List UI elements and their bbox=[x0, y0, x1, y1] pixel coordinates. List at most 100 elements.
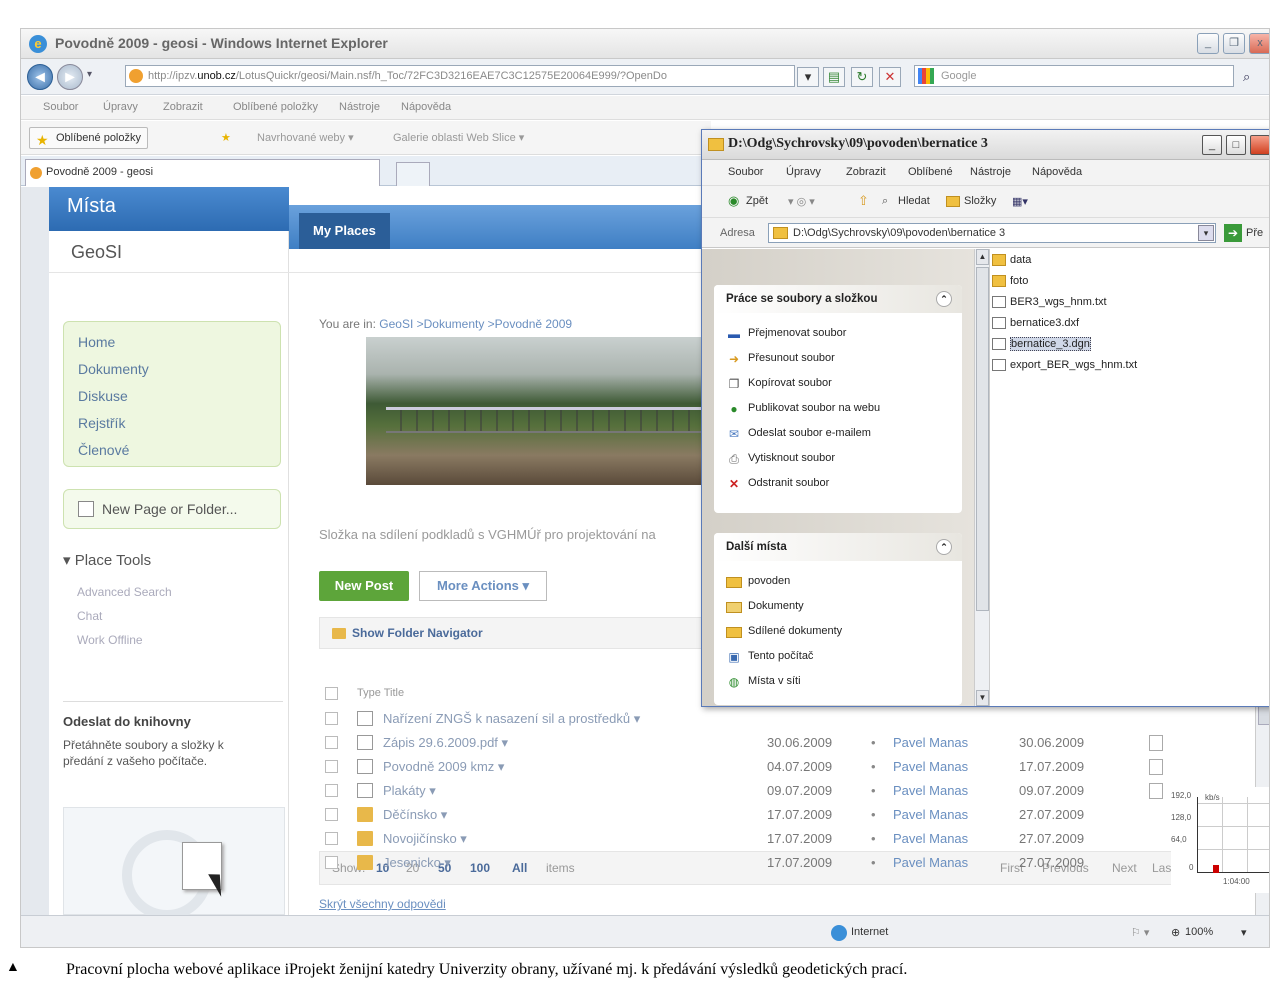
back-arrow-icon[interactable]: ◉ bbox=[728, 193, 739, 209]
other-places-header[interactable]: Další místa ⌃ bbox=[714, 533, 962, 561]
explorer-close-button[interactable] bbox=[1250, 135, 1269, 155]
place-network[interactable]: ◍ Místa v síti bbox=[726, 675, 801, 689]
address-dropdown-icon[interactable]: ▾ bbox=[797, 67, 819, 87]
add-favorite-icon[interactable]: ★ bbox=[221, 131, 231, 144]
file-item[interactable]: foto bbox=[992, 273, 1028, 291]
xp-menu-soubor[interactable]: Soubor bbox=[728, 166, 763, 178]
file-item[interactable]: BER3_wgs_hnm.txt bbox=[992, 294, 1107, 312]
xp-menu-upravy[interactable]: Úpravy bbox=[786, 166, 821, 178]
place-povoden[interactable]: povoden bbox=[726, 575, 790, 588]
explorer-maximize-button[interactable]: □ bbox=[1226, 135, 1246, 155]
views-icon[interactable]: ▦▾ bbox=[1012, 195, 1028, 208]
task-move[interactable]: ➜ Přesunout soubor bbox=[726, 352, 835, 366]
xp-search-button[interactable]: Hledat bbox=[898, 195, 930, 207]
task-copy[interactable]: ❐ Kopírovat soubor bbox=[726, 377, 832, 391]
hide-replies-link[interactable]: Skrýt všechny odpovědi bbox=[319, 897, 446, 911]
file-item[interactable]: data bbox=[992, 252, 1031, 270]
table-row[interactable]: Děčínsko ▾ 17.07.2009 Pavel Manas 27.07.200… bbox=[319, 803, 1249, 827]
row-title[interactable]: Zápis 29.6.2009.pdf ▾ bbox=[383, 735, 508, 751]
suggested-sites-link[interactable]: Navrhované weby ▾ bbox=[257, 131, 354, 144]
new-page-button[interactable]: New Page or Folder... bbox=[63, 489, 281, 529]
file-item[interactable]: export_BER_wgs_hnm.txt bbox=[992, 357, 1137, 375]
explorer-minimize-button[interactable]: _ bbox=[1202, 135, 1222, 155]
row-checkbox[interactable] bbox=[325, 808, 338, 821]
explorer-address-input[interactable]: D:\Odg\Sychrovsky\09\povoden\bernatice 3 bbox=[768, 223, 1216, 243]
row-checkbox[interactable] bbox=[325, 856, 338, 869]
zoom-icon[interactable]: ⊕ bbox=[1171, 926, 1180, 939]
stop-icon[interactable]: ✕ bbox=[879, 67, 901, 87]
favorites-button[interactable]: ★ Oblíbené položky bbox=[29, 127, 148, 149]
address-dropdown-icon[interactable]: ▾ bbox=[1198, 225, 1214, 241]
download-icon[interactable] bbox=[1149, 759, 1163, 775]
place-tools-heading[interactable]: ▾ Place Tools bbox=[63, 551, 151, 569]
row-checkbox[interactable] bbox=[325, 760, 338, 773]
menu-upravy[interactable]: Úpravy bbox=[103, 101, 138, 113]
file-item[interactable]: bernatice3.dxf bbox=[992, 315, 1079, 333]
xp-menu-nastroje[interactable]: Nástroje bbox=[970, 166, 1011, 178]
row-author[interactable]: Pavel Manas bbox=[893, 735, 968, 750]
compatibility-view-icon[interactable]: ▤ bbox=[823, 67, 845, 87]
nav-diskuse[interactable]: Diskuse bbox=[78, 388, 128, 404]
download-icon[interactable] bbox=[1149, 783, 1163, 799]
task-rename[interactable]: ▬ Přejmenovat soubor bbox=[726, 327, 846, 341]
history-dropdown-icon[interactable]: ▾ bbox=[87, 69, 92, 80]
xp-menu-oblibene[interactable]: Oblíbené bbox=[908, 166, 953, 178]
row-author[interactable]: Pavel Manas bbox=[893, 807, 968, 822]
minimize-button[interactable]: _ bbox=[1197, 33, 1219, 54]
search-input[interactable]: Google bbox=[914, 65, 1234, 87]
close-button[interactable]: x bbox=[1249, 33, 1269, 54]
file-tasks-header[interactable]: Práce se soubory a složkou ⌃ bbox=[714, 285, 962, 313]
tab-povodne[interactable]: Povodně 2009 - geosi bbox=[25, 159, 380, 186]
menu-nastroje[interactable]: Nástroje bbox=[339, 101, 380, 113]
row-title[interactable]: Jesenicko ▾ bbox=[383, 855, 451, 871]
forward-arrow-icon[interactable]: ▾ ◎ ▾ bbox=[788, 195, 815, 208]
search-icon[interactable]: ⌕ bbox=[1243, 69, 1250, 85]
row-checkbox[interactable] bbox=[325, 712, 338, 725]
collapse-icon[interactable]: ⌃ bbox=[936, 539, 952, 555]
place-dokumenty[interactable]: Dokumenty bbox=[726, 600, 804, 613]
row-author[interactable]: Pavel Manas bbox=[893, 855, 968, 870]
advanced-search-link[interactable]: Advanced Search bbox=[77, 585, 172, 599]
xp-menu-zobrazit[interactable]: Zobrazit bbox=[846, 166, 886, 178]
protected-mode-icon[interactable]: ⚐ ▾ bbox=[1131, 926, 1149, 939]
drop-zone[interactable] bbox=[63, 807, 285, 915]
task-delete[interactable]: ✕ Odstranit soubor bbox=[726, 477, 829, 491]
row-title[interactable]: Novojičínsko ▾ bbox=[383, 831, 467, 847]
menu-napoveda[interactable]: Nápověda bbox=[401, 101, 451, 113]
collapse-icon[interactable]: ⌃ bbox=[936, 291, 952, 307]
go-arrow-icon[interactable]: ➔ bbox=[1224, 224, 1242, 242]
up-folder-icon[interactable]: ⇧ bbox=[858, 193, 869, 209]
web-slice-gallery-link[interactable]: Galerie oblasti Web Slice ▾ bbox=[393, 131, 524, 144]
scroll-up-icon[interactable]: ▲ bbox=[976, 249, 989, 265]
chat-link[interactable]: Chat bbox=[77, 609, 102, 623]
row-checkbox[interactable] bbox=[325, 736, 338, 749]
row-checkbox[interactable] bbox=[325, 832, 338, 845]
more-actions-button[interactable]: More Actions ▾ bbox=[419, 571, 547, 601]
scroll-down-icon[interactable]: ▼ bbox=[976, 690, 989, 706]
row-title[interactable]: Plakáty ▾ bbox=[383, 783, 436, 799]
zoom-level[interactable]: 100% bbox=[1185, 926, 1213, 938]
task-publish[interactable]: ● Publikovat soubor na webu bbox=[726, 402, 880, 416]
task-print[interactable]: ⎙ Vytisknout soubor bbox=[726, 452, 835, 466]
forward-button[interactable]: ► bbox=[57, 64, 83, 90]
place-computer[interactable]: ▣ Tento počítač bbox=[726, 650, 813, 664]
task-email[interactable]: ✉ Odeslat soubor e-mailem bbox=[726, 427, 871, 441]
xp-back-button[interactable]: Zpět bbox=[746, 195, 768, 207]
table-row[interactable]: Nařízení ZNGŠ k nasazení sil a prostředk… bbox=[319, 707, 1249, 731]
work-offline-link[interactable]: Work Offline bbox=[77, 633, 143, 647]
table-row[interactable]: Povodně 2009 kmz ▾ 04.07.2009 Pavel Manas 1… bbox=[319, 755, 1249, 779]
xp-folders-button[interactable]: Složky bbox=[964, 195, 996, 207]
row-checkbox[interactable] bbox=[325, 784, 338, 797]
table-row[interactable]: Plakáty ▾ 09.07.2009 Pavel Manas 09.07.2009… bbox=[319, 779, 1249, 803]
place-shared[interactable]: Sdílené dokumenty bbox=[726, 625, 842, 638]
go-button-label[interactable]: Pře bbox=[1246, 227, 1263, 239]
select-all-checkbox[interactable] bbox=[325, 687, 338, 700]
nav-clenove[interactable]: Členové bbox=[78, 442, 129, 458]
row-author[interactable]: Pavel Manas bbox=[893, 759, 968, 774]
show-folder-navigator-link[interactable]: Show Folder Navigator bbox=[352, 626, 483, 640]
explorer-task-scrollbar[interactable]: ▲ ▼ bbox=[974, 249, 990, 706]
menu-zobrazit[interactable]: Zobrazit bbox=[163, 101, 203, 113]
nav-home[interactable]: Home bbox=[78, 334, 115, 350]
xp-menu-napoveda[interactable]: Nápověda bbox=[1032, 166, 1082, 178]
new-tab-button[interactable] bbox=[396, 162, 430, 186]
